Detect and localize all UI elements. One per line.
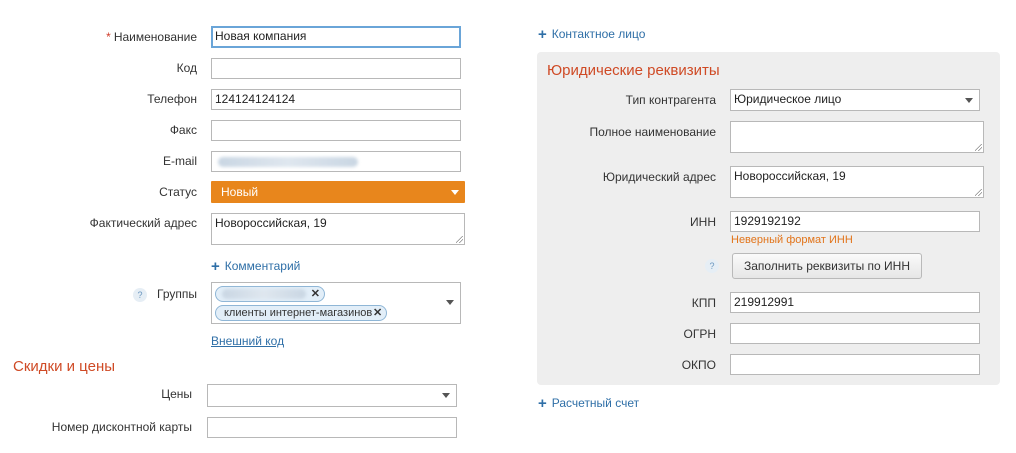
okpo-label: ОКПО bbox=[681, 358, 716, 372]
full-name-label: Полное наименование bbox=[589, 125, 717, 139]
inn-input[interactable]: 1929192192 bbox=[730, 211, 980, 232]
help-icon[interactable]: ? bbox=[133, 288, 147, 302]
status-value: Новый bbox=[221, 185, 259, 199]
close-icon[interactable]: ✕ bbox=[373, 306, 382, 320]
full-name-textarea[interactable] bbox=[730, 121, 984, 153]
chevron-down-icon bbox=[446, 300, 454, 305]
plus-icon: + bbox=[538, 395, 547, 412]
group-tag: ✕ bbox=[215, 286, 325, 302]
phone-input[interactable]: 124124124124 bbox=[211, 89, 461, 110]
discounts-section-title: Скидки и цены bbox=[13, 358, 116, 375]
chevron-down-icon bbox=[451, 190, 459, 195]
contractor-type-label: Тип контрагента bbox=[625, 93, 716, 107]
resize-grip-icon[interactable] bbox=[975, 144, 982, 151]
inn-label: ИНН bbox=[690, 215, 716, 229]
code-input[interactable] bbox=[211, 58, 461, 79]
inn-error-message: Неверный формат ИНН bbox=[731, 234, 853, 246]
address-textarea[interactable]: Новороссийская, 19 bbox=[211, 213, 465, 245]
legal-address-textarea[interactable]: Новороссийская, 19 bbox=[730, 166, 984, 198]
prices-label: Цены bbox=[161, 387, 192, 401]
add-contact-link[interactable]: + Контактное лицо bbox=[538, 27, 645, 42]
ogrn-input[interactable] bbox=[730, 323, 980, 344]
group-tag: клиенты интернет-магазинов ✕ bbox=[215, 305, 388, 321]
email-label: E-mail bbox=[162, 154, 197, 168]
groups-select[interactable]: ✕ клиенты интернет-магазинов ✕ bbox=[211, 282, 461, 324]
address-label: Фактический адрес bbox=[89, 216, 197, 230]
chevron-down-icon bbox=[442, 393, 450, 398]
name-label: * Наименование bbox=[106, 30, 197, 44]
plus-icon: + bbox=[211, 258, 220, 275]
discount-card-input[interactable] bbox=[207, 417, 457, 438]
name-input[interactable]: Новая компания bbox=[211, 26, 461, 48]
status-label: Статус bbox=[159, 185, 197, 199]
kpp-label: КПП bbox=[691, 296, 716, 310]
close-icon[interactable]: ✕ bbox=[311, 287, 320, 301]
add-bank-account-link[interactable]: + Расчетный счет bbox=[538, 396, 639, 411]
external-code-link[interactable]: Внешний код bbox=[211, 334, 284, 348]
okpo-input[interactable] bbox=[730, 354, 980, 375]
group-tag-redacted bbox=[222, 289, 306, 299]
status-select[interactable]: Новый bbox=[211, 181, 465, 203]
fill-by-inn-button[interactable]: Заполнить реквизиты по ИНН bbox=[732, 253, 922, 279]
legal-section-title: Юридические реквизиты bbox=[547, 62, 720, 79]
ogrn-label: ОГРН bbox=[683, 327, 716, 341]
kpp-input[interactable]: 219912991 bbox=[730, 292, 980, 313]
code-label: Код bbox=[176, 61, 197, 75]
chevron-down-icon bbox=[965, 98, 973, 103]
plus-icon: + bbox=[538, 26, 547, 43]
prices-select[interactable] bbox=[207, 384, 457, 407]
email-input[interactable] bbox=[211, 151, 461, 172]
legal-address-label: Юридический адрес bbox=[602, 170, 716, 184]
resize-grip-icon[interactable] bbox=[456, 236, 463, 243]
discount-card-label: Номер дисконтной карты bbox=[51, 420, 192, 434]
add-comment-link[interactable]: + Комментарий bbox=[211, 259, 300, 274]
help-icon[interactable]: ? bbox=[705, 259, 719, 273]
fax-label: Факс bbox=[169, 123, 197, 137]
groups-label: Группы bbox=[157, 287, 197, 301]
phone-label: Телефон bbox=[147, 92, 197, 106]
resize-grip-icon[interactable] bbox=[975, 189, 982, 196]
email-redacted bbox=[218, 157, 358, 167]
contractor-type-select[interactable]: Юридическое лицо bbox=[730, 89, 980, 111]
fax-input[interactable] bbox=[211, 120, 461, 141]
